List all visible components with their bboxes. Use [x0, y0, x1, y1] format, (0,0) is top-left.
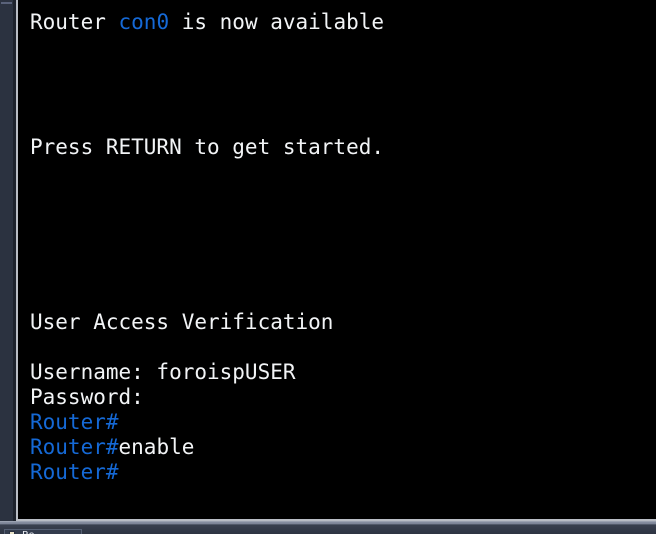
taskbar: Ro — [0, 521, 656, 534]
terminal-screen[interactable]: Router con0 is now available Press RETUR… — [18, 0, 656, 519]
terminal-text: is now available — [169, 10, 385, 34]
window-side-panel — [0, 0, 13, 521]
terminal-text: Press RETURN to get started. — [30, 135, 385, 159]
terminal-prompt-text: con0 — [118, 10, 170, 34]
terminal-text: Router — [30, 10, 119, 34]
terminal-output: Router con0 is now available Press RETUR… — [30, 10, 650, 485]
terminal-line: Router# — [30, 460, 650, 485]
terminal-line: Press RETURN to get started. — [30, 135, 650, 160]
terminal-line: Password: — [30, 385, 650, 410]
terminal-line: Router#enable — [30, 435, 650, 460]
taskbar-top-separator — [0, 521, 656, 522]
terminal-line: Username: foroispUSER — [30, 360, 650, 385]
screen-root: Router con0 is now available Press RETUR… — [0, 0, 656, 534]
terminal-line: Router# — [30, 410, 650, 435]
terminal-prompt-text: Router# — [30, 460, 119, 484]
terminal-text: Password: — [30, 385, 144, 409]
taskbar-item-label: Ro — [22, 530, 35, 534]
terminal-prompt-text: Router# — [30, 410, 119, 434]
taskbar-item-window[interactable] — [4, 529, 82, 534]
terminal-text: User Access Verification — [30, 310, 334, 334]
terminal-text: enable — [118, 435, 195, 459]
terminal-window-frame: Router con0 is now available Press RETUR… — [16, 0, 656, 522]
side-panel-highlight — [1, 2, 12, 4]
terminal-prompt-text: Router# — [30, 435, 119, 459]
terminal-text: Username: foroispUSER — [30, 360, 296, 384]
terminal-line: Router con0 is now available — [30, 10, 650, 35]
terminal-line: User Access Verification — [30, 310, 650, 335]
